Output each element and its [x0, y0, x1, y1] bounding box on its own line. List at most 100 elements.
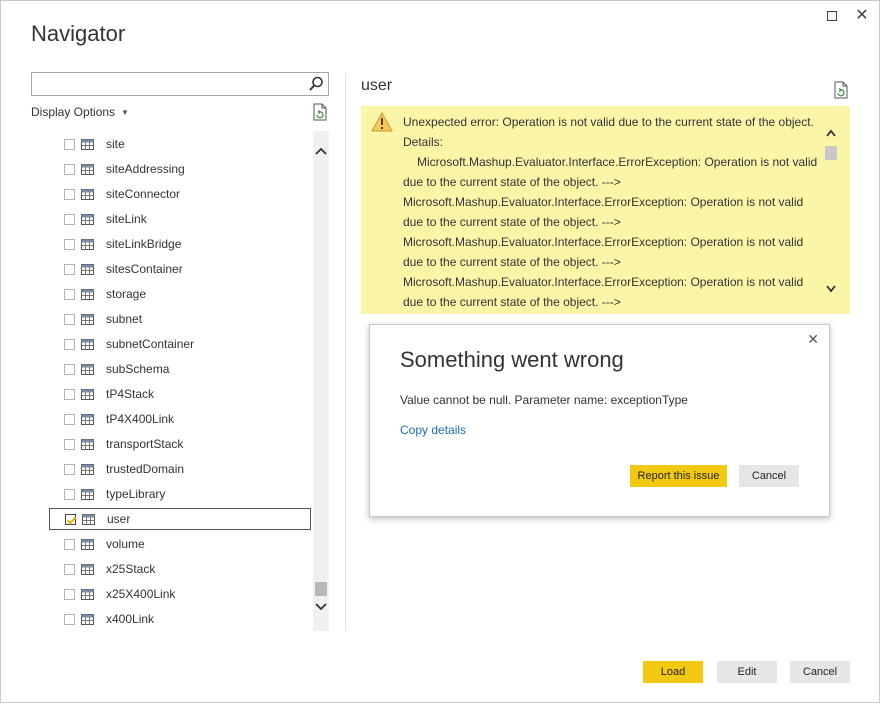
checkbox[interactable] [64, 363, 75, 375]
error-line: Microsoft.Mashup.Evaluator.Interface.Err… [417, 155, 818, 169]
tree-item[interactable]: siteConnector [49, 183, 311, 205]
error-line: Microsoft.Mashup.Evaluator.Interface.Err… [403, 275, 804, 289]
checkbox[interactable] [64, 188, 75, 200]
tree-item[interactable]: x25X400Link [49, 583, 311, 605]
error-line: Details: [403, 135, 444, 149]
tree-item[interactable]: subnet [49, 308, 311, 330]
error-details: Unexpected error: Operation is not valid… [403, 112, 821, 312]
error-line: Unexpected error: Operation is not valid… [403, 115, 814, 129]
table-icon [81, 263, 94, 275]
close-icon: ✕ [855, 7, 869, 24]
checkbox[interactable] [64, 488, 75, 500]
table-icon [81, 163, 94, 175]
tree-item-label: trustedDomain [106, 462, 185, 476]
copy-details-link[interactable]: Copy details [400, 423, 466, 437]
checkbox[interactable] [64, 463, 75, 475]
checkbox[interactable] [64, 438, 75, 450]
tree-item[interactable]: x25Stack [49, 558, 311, 580]
tree-item[interactable]: user [49, 508, 311, 530]
error-line: due to the current state of the object. … [403, 215, 621, 229]
checkbox[interactable] [64, 388, 75, 400]
preview-title: user [361, 77, 393, 94]
tree-item[interactable]: tP4X400Link [49, 408, 311, 430]
error-line: Microsoft.Mashup.Evaluator.Interface.Err… [403, 235, 804, 249]
checkbox[interactable] [64, 338, 75, 350]
refresh-icon[interactable] [833, 81, 849, 99]
checkbox[interactable] [64, 288, 75, 300]
checkbox[interactable] [64, 613, 75, 625]
display-options-label: Display Options [31, 105, 116, 119]
table-icon [81, 538, 94, 550]
checkbox[interactable] [64, 213, 75, 225]
table-icon [82, 513, 95, 525]
tree-item[interactable]: storage [49, 283, 311, 305]
checkbox[interactable] [64, 538, 75, 550]
report-issue-button[interactable]: Report this issue [630, 465, 727, 487]
error-line: due to the current state of the object. … [403, 295, 621, 309]
table-icon [81, 488, 94, 500]
tree-scrollbar[interactable] [313, 131, 329, 631]
window-title: Navigator [31, 21, 126, 46]
pane-divider [345, 73, 346, 631]
dialog-cancel-button[interactable]: Cancel [739, 465, 799, 487]
display-options-dropdown[interactable]: Display Options ▼ [31, 105, 129, 119]
chevron-down-icon[interactable] [825, 284, 837, 294]
tree-item[interactable]: site [49, 133, 311, 155]
scroll-thumb[interactable] [315, 582, 327, 596]
checkbox[interactable] [64, 413, 75, 425]
tree-item-label: tP4X400Link [106, 412, 175, 426]
load-button[interactable]: Load [643, 661, 703, 683]
scroll-thumb[interactable] [825, 146, 837, 160]
tree-item-label: transportStack [106, 437, 184, 451]
table-icon [81, 213, 94, 225]
error-dialog: ✕ Something went wrong Value cannot be n… [369, 324, 830, 517]
checkbox-checked[interactable] [65, 513, 76, 525]
checkbox[interactable] [64, 588, 75, 600]
search-input[interactable] [32, 73, 302, 95]
table-icon [81, 138, 94, 150]
window-close-button[interactable]: ✕ [853, 7, 871, 25]
search-icon[interactable] [308, 75, 324, 93]
tree-item-label: siteLink [106, 212, 147, 226]
checkbox[interactable] [64, 238, 75, 250]
tree-item[interactable]: volume [49, 533, 311, 555]
dialog-title: Something went wrong [400, 347, 624, 372]
chevron-down-icon[interactable] [313, 601, 329, 613]
cancel-button[interactable]: Cancel [790, 661, 850, 683]
checkbox[interactable] [64, 263, 75, 275]
table-icon [81, 463, 94, 475]
tree-item[interactable]: x400Link [49, 608, 311, 630]
tree-item-label: user [107, 512, 131, 526]
tree-item[interactable]: tP4Stack [49, 383, 311, 405]
search-box [31, 72, 329, 96]
maximize-button[interactable] [823, 7, 841, 25]
close-icon: ✕ [807, 331, 819, 347]
edit-button[interactable]: Edit [717, 661, 777, 683]
navigator-window: ✕ Navigator Display Options ▼ site siteAd… [0, 0, 880, 703]
checkbox[interactable] [64, 563, 75, 575]
checkbox[interactable] [64, 163, 75, 175]
tree-item[interactable]: siteLink [49, 208, 311, 230]
tree-item[interactable]: sitesContainer [49, 258, 311, 280]
table-icon [81, 388, 94, 400]
tree-item[interactable]: typeLibrary [49, 483, 311, 505]
tree-item[interactable]: siteLinkBridge [49, 233, 311, 255]
checkbox[interactable] [64, 313, 75, 325]
error-line: due to the current state of the object. … [403, 175, 621, 189]
error-line: Microsoft.Mashup.Evaluator.Interface.Err… [403, 195, 804, 209]
chevron-up-icon[interactable] [313, 145, 329, 157]
tree-item[interactable]: siteAddressing [49, 158, 311, 180]
error-scrollbar[interactable] [823, 106, 839, 314]
checkbox[interactable] [64, 138, 75, 150]
table-icon [81, 363, 94, 375]
table-icon [81, 413, 94, 425]
dialog-close-button[interactable]: ✕ [807, 331, 819, 348]
tree-item[interactable]: trustedDomain [49, 458, 311, 480]
tree-item[interactable]: subnetContainer [49, 333, 311, 355]
refresh-icon[interactable] [312, 103, 328, 121]
tree-item-label: subSchema [106, 362, 170, 376]
tree-item[interactable]: subSchema [49, 358, 311, 380]
tree-item[interactable]: transportStack [49, 433, 311, 455]
tree-item-label: subnet [106, 312, 143, 326]
chevron-up-icon[interactable] [825, 128, 837, 138]
